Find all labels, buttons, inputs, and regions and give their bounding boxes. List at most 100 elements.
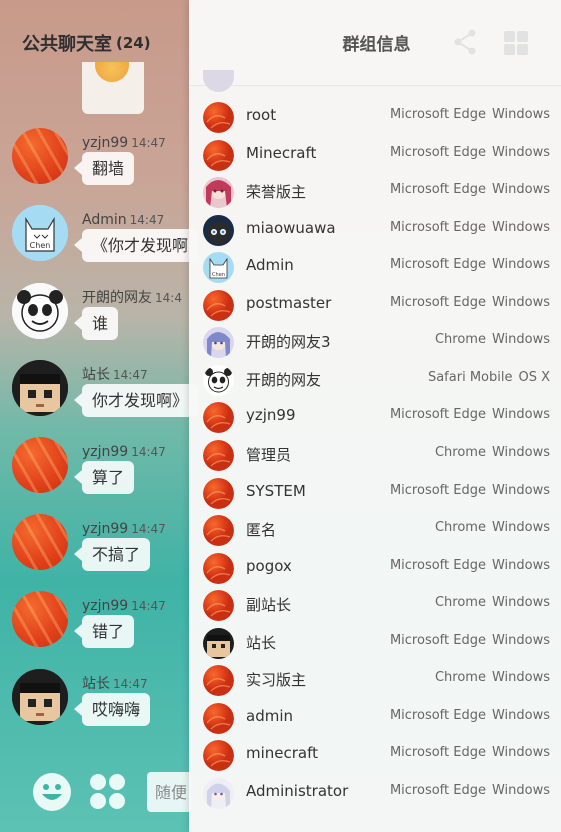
member-avatar (203, 628, 234, 659)
chat-message: Chen Admin 14:47 《你才发现啊 (0, 205, 199, 283)
member-os: Windows (491, 220, 550, 235)
member-client: Microsoft Edge Windows (390, 407, 550, 422)
member-client: Safari Mobile OS X (428, 370, 550, 385)
pixel-avatar[interactable] (12, 669, 68, 725)
message-nick: yzjn99 (82, 444, 129, 460)
member-client: Microsoft Edge Windows (390, 182, 550, 197)
member-row[interactable]: 荣誉版主 Microsoft Edge Windows (189, 173, 561, 211)
member-os: Windows (491, 783, 550, 798)
orange-avatar[interactable] (12, 514, 68, 570)
message-bubble: 谁 (73, 307, 119, 340)
member-avatar (203, 778, 234, 809)
member-os: Windows (491, 708, 550, 723)
member-avatar (203, 215, 234, 246)
message-time: 14:47 (131, 445, 166, 459)
message-bubble: 你才发现啊》 (73, 384, 199, 417)
member-avatar (203, 140, 234, 171)
member-name: 开朗的网友3 (246, 333, 331, 351)
message-input[interactable] (147, 772, 191, 812)
admin-avatar[interactable]: Chen (12, 205, 68, 261)
member-row[interactable]: 管理员 Chrome Windows (189, 436, 561, 474)
member-client: Microsoft Edge Windows (390, 295, 550, 310)
member-row[interactable]: SYSTEM Microsoft Edge Windows (189, 474, 561, 512)
member-client: Microsoft Edge Windows (390, 483, 550, 498)
member-avatar (203, 177, 234, 208)
member-os: Windows (491, 520, 550, 535)
member-name: 荣誉版主 (246, 183, 307, 201)
cat-drawing-icon: Chen (12, 205, 68, 261)
member-os: Windows (491, 483, 550, 498)
member-row[interactable]: 实习版主 Chrome Windows (189, 661, 561, 699)
member-client: Chrome Windows (435, 595, 550, 610)
member-row[interactable]: 开朗的网友 Safari Mobile OS X (189, 361, 561, 399)
member-client: Chrome Windows (435, 332, 550, 347)
apps-grid-icon[interactable] (503, 30, 529, 56)
member-name: Administrator (246, 782, 349, 800)
clover-grid-icon (90, 774, 125, 809)
member-browser: Chrome (434, 520, 486, 535)
member-avatar: Chen (203, 252, 234, 283)
member-row[interactable]: 开朗的网友3 Chrome Windows (189, 323, 561, 361)
member-browser: Microsoft Edge (389, 182, 486, 197)
member-os: Windows (491, 145, 550, 160)
member-row[interactable]: 站长 Microsoft Edge Windows (189, 624, 561, 662)
member-browser: Microsoft Edge (389, 145, 486, 160)
member-client: Chrome Windows (435, 670, 550, 685)
member-row[interactable]: pogox Microsoft Edge Windows (189, 549, 561, 587)
member-os: Windows (491, 595, 550, 610)
member-name: minecraft (246, 744, 319, 762)
member-os: Windows (491, 295, 550, 310)
orange-avatar[interactable] (12, 128, 68, 184)
message-time: 14:47 (131, 136, 166, 150)
member-browser: Safari Mobile (427, 370, 513, 385)
svg-text:Chen: Chen (212, 272, 225, 278)
chat-message: yzjn99 14:47 错了 (0, 591, 189, 669)
member-avatar (203, 665, 234, 696)
member-os: Windows (491, 670, 550, 685)
more-apps-button[interactable] (89, 773, 126, 810)
member-client: Microsoft Edge Windows (390, 633, 550, 648)
member-row[interactable]: 匿名 Chrome Windows (189, 511, 561, 549)
member-os: Windows (491, 257, 550, 272)
message-time: 14:47 (131, 522, 166, 536)
group-info-header: 群组信息 (189, 0, 561, 86)
member-row[interactable]: minecraft Microsoft Edge Windows (189, 736, 561, 774)
message-time: 14:47 (129, 213, 165, 227)
member-row[interactable]: miaowuawa Microsoft Edge Windows (189, 211, 561, 249)
member-row[interactable]: Minecraft Microsoft Edge Windows (189, 136, 561, 174)
member-client: Microsoft Edge Windows (390, 783, 550, 798)
orange-avatar[interactable] (12, 437, 68, 493)
orange-avatar[interactable] (12, 591, 68, 647)
share-icon[interactable] (453, 29, 477, 55)
message-nick: 开朗的网友 (82, 290, 152, 306)
chat-message: yzjn99 14:47 不搞了 (0, 514, 189, 592)
member-avatar (203, 402, 234, 433)
member-row[interactable]: Administrator Microsoft Edge Windows (189, 774, 561, 812)
member-row[interactable]: 副站长 Chrome Windows (189, 586, 561, 624)
image-message[interactable] (82, 62, 144, 114)
member-avatar (203, 553, 234, 584)
member-client: Chrome Windows (435, 520, 550, 535)
member-name: 站长 (246, 634, 277, 652)
member-row[interactable]: yzjn99 Microsoft Edge Windows (189, 398, 561, 436)
member-name: admin (246, 707, 293, 725)
message-bubble: 《你才发现啊 (73, 229, 199, 262)
panda-avatar[interactable] (12, 283, 68, 339)
member-row[interactable]: Chen Admin Microsoft Edge Windows (189, 248, 561, 286)
member-row[interactable]: admin Microsoft Edge Windows (189, 699, 561, 737)
member-client: Microsoft Edge Windows (390, 708, 550, 723)
member-row[interactable]: postmaster Microsoft Edge Windows (189, 286, 561, 324)
chat-message: yzjn99 14:47 算了 (0, 437, 189, 515)
member-row[interactable]: root Microsoft Edge Windows (189, 98, 561, 136)
member-avatar (203, 740, 234, 771)
member-client: Microsoft Edge Windows (390, 745, 550, 760)
message-bubble: 错了 (73, 615, 135, 648)
member-os: Windows (491, 745, 550, 760)
member-browser: Chrome (434, 445, 486, 460)
message-nick: 站长 (82, 367, 110, 383)
pixel-face-icon (12, 360, 68, 416)
emoji-button[interactable] (33, 773, 71, 811)
message-bubble: 不搞了 (73, 538, 151, 571)
member-browser: Microsoft Edge (389, 483, 486, 498)
pixel-avatar[interactable] (12, 360, 68, 416)
